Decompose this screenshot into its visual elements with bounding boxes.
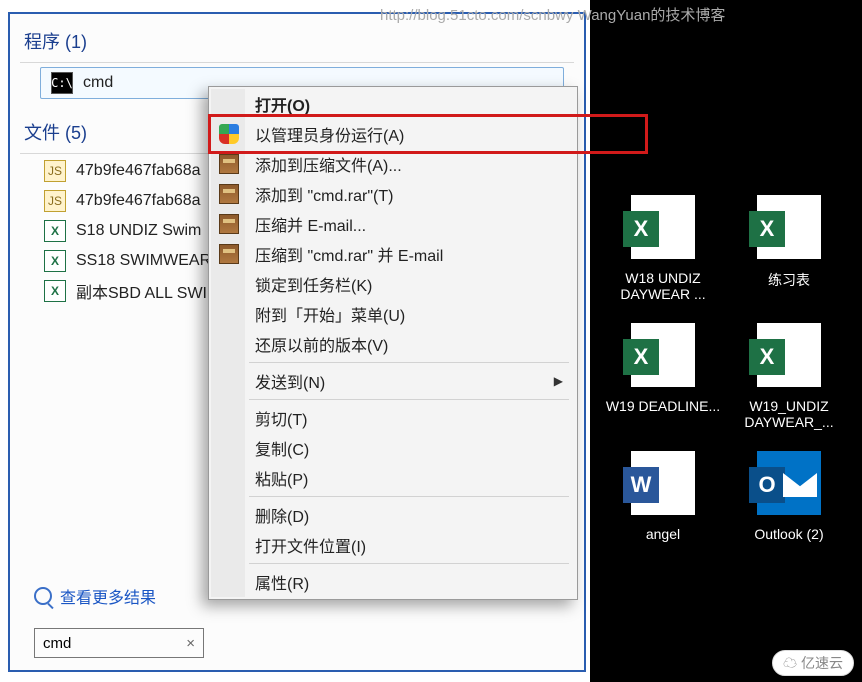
script-file-icon: JS	[44, 190, 66, 212]
file-label: S18 UNDIZ Swim	[76, 222, 201, 240]
menu-pin-taskbar[interactable]: 锁定到任务栏(K)	[211, 269, 575, 299]
menu-separator	[249, 496, 569, 497]
menu-label: 添加到压缩文件(A)...	[255, 152, 402, 176]
word-file-icon	[626, 446, 700, 520]
menu-run-as-admin[interactable]: 以管理员身份运行(A)	[211, 119, 575, 149]
menu-compress-email[interactable]: 压缩并 E-mail...	[211, 209, 575, 239]
menu-cut[interactable]: 剪切(T)	[211, 403, 575, 433]
menu-label: 删除(D)	[255, 503, 309, 527]
menu-open-file-location[interactable]: 打开文件位置(I)	[211, 530, 575, 560]
search-value: cmd	[43, 635, 71, 652]
menu-label: 添加到 "cmd.rar"(T)	[255, 182, 393, 206]
cloud-icon: ☁	[783, 655, 797, 671]
menu-label: 发送到(N)	[255, 369, 325, 393]
menu-label: 复制(C)	[255, 436, 309, 460]
program-label: cmd	[83, 74, 113, 92]
menu-label: 打开文件位置(I)	[255, 533, 366, 557]
file-label: 47b9fe467fab68a	[76, 162, 201, 180]
menu-label: 锁定到任务栏(K)	[255, 272, 372, 296]
desktop-item[interactable]: W19 DEADLINE...	[600, 312, 726, 440]
menu-separator	[249, 362, 569, 363]
file-label: 47b9fe467fab68a	[76, 192, 201, 210]
desktop-item-label: W18 UNDIZ DAYWEAR ...	[602, 270, 724, 302]
cmd-icon: C:\	[51, 72, 73, 94]
menu-label: 剪切(T)	[255, 406, 307, 430]
excel-file-icon	[752, 318, 826, 392]
menu-label: 附到「开始」菜单(U)	[255, 302, 405, 326]
shield-icon	[218, 123, 240, 145]
desktop-item-label: W19_UNDIZ DAYWEAR_...	[728, 398, 850, 430]
menu-send-to[interactable]: 发送到(N) ▶	[211, 366, 575, 396]
menu-compress-rar-email[interactable]: 压缩到 "cmd.rar" 并 E-mail	[211, 239, 575, 269]
see-more-results[interactable]: 查看更多结果	[34, 584, 156, 608]
menu-label: 压缩到 "cmd.rar" 并 E-mail	[255, 242, 443, 266]
menu-separator	[249, 399, 569, 400]
menu-add-to-archive[interactable]: 添加到压缩文件(A)...	[211, 149, 575, 179]
menu-properties[interactable]: 属性(R)	[211, 567, 575, 597]
menu-add-to-cmd-rar[interactable]: 添加到 "cmd.rar"(T)	[211, 179, 575, 209]
watermark-url: http://blog.51cto.com/scnbwy WangYuan的技术…	[380, 4, 725, 25]
outlook-icon	[752, 446, 826, 520]
divider	[20, 62, 574, 63]
search-icon	[34, 587, 52, 605]
desktop-item-label: 练习表	[728, 270, 850, 290]
excel-file-icon: X	[44, 220, 66, 242]
excel-file-icon	[626, 190, 700, 264]
desktop-item[interactable]: Outlook (2)	[726, 440, 852, 552]
menu-separator	[249, 563, 569, 564]
menu-label: 属性(R)	[255, 570, 309, 594]
menu-copy[interactable]: 复制(C)	[211, 433, 575, 463]
excel-file-icon: X	[44, 250, 66, 272]
menu-label: 以管理员身份运行(A)	[255, 122, 404, 146]
menu-open[interactable]: 打开(O)	[211, 89, 575, 119]
context-menu: 打开(O) 以管理员身份运行(A) 添加到压缩文件(A)... 添加到 "cmd…	[208, 86, 578, 600]
watermark-label: 亿速云	[801, 655, 843, 671]
site-watermark: ☁ 亿速云	[772, 650, 854, 676]
see-more-label: 查看更多结果	[60, 584, 156, 608]
desktop-icons: W18 UNDIZ DAYWEAR ... 练习表 W19 DEADLINE..…	[600, 184, 858, 552]
archive-icon	[218, 243, 240, 265]
file-label: 副本SBD ALL SWI	[76, 279, 207, 303]
desktop-item[interactable]: angel	[600, 440, 726, 552]
menu-paste[interactable]: 粘贴(P)	[211, 463, 575, 493]
menu-label: 粘贴(P)	[255, 466, 308, 490]
file-label: SS18 SWIMWEAR	[76, 252, 211, 270]
menu-restore-previous[interactable]: 还原以前的版本(V)	[211, 329, 575, 359]
menu-label: 打开(O)	[255, 92, 310, 116]
search-input[interactable]: cmd ×	[34, 628, 204, 658]
script-file-icon: JS	[44, 160, 66, 182]
archive-icon	[218, 153, 240, 175]
desktop-item-label: angel	[602, 526, 724, 542]
excel-file-icon	[752, 190, 826, 264]
archive-icon	[218, 213, 240, 235]
submenu-arrow-icon: ▶	[554, 374, 563, 388]
clear-search-icon[interactable]: ×	[186, 635, 195, 652]
excel-file-icon	[626, 318, 700, 392]
desktop-item[interactable]: W19_UNDIZ DAYWEAR_...	[726, 312, 852, 440]
menu-label: 压缩并 E-mail...	[255, 212, 366, 236]
desktop-item[interactable]: W18 UNDIZ DAYWEAR ...	[600, 184, 726, 312]
menu-label: 还原以前的版本(V)	[255, 332, 388, 356]
archive-icon	[218, 183, 240, 205]
menu-delete[interactable]: 删除(D)	[211, 500, 575, 530]
desktop-item-label: Outlook (2)	[728, 526, 850, 542]
desktop-item[interactable]: 练习表	[726, 184, 852, 312]
desktop-item-label: W19 DEADLINE...	[602, 398, 724, 414]
excel-file-icon: X	[44, 280, 66, 302]
menu-pin-start[interactable]: 附到「开始」菜单(U)	[211, 299, 575, 329]
